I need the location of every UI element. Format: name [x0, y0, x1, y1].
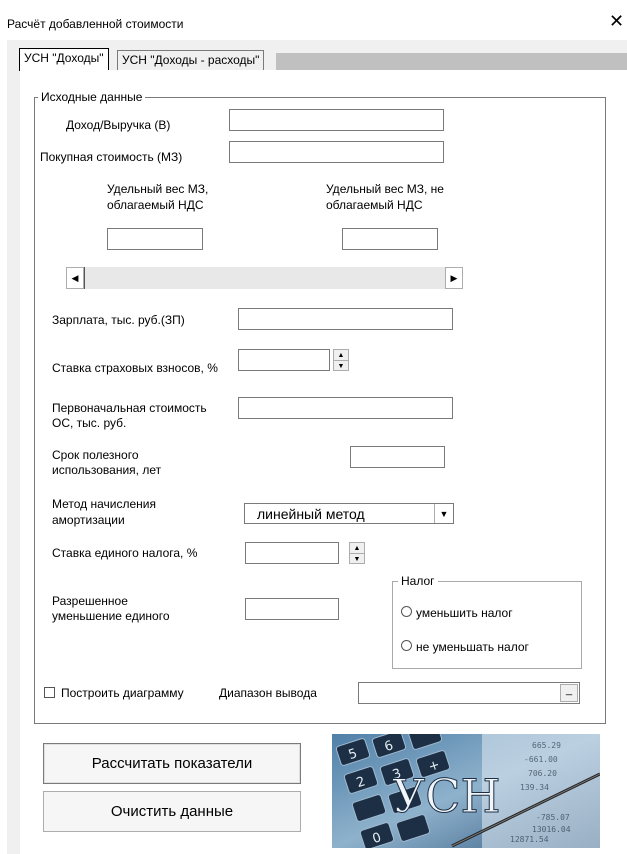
spin-up-icon[interactable]: ▲ — [350, 543, 364, 554]
tab-strip-filler — [276, 53, 627, 70]
tab-usn-income[interactable]: УСН "Доходы" — [19, 48, 109, 71]
scroll-left-icon[interactable]: ◀ — [66, 267, 84, 289]
radio-do-not-reduce-tax-label: не уменьшать налог — [416, 640, 529, 654]
radio-do-not-reduce-tax[interactable]: не уменьшать налог — [401, 640, 529, 654]
vat-share-label-line1: Удельный вес МЗ, — [107, 182, 209, 196]
salary-input[interactable] — [238, 308, 453, 330]
tax-rate-input[interactable] — [245, 542, 339, 564]
close-icon[interactable]: ✕ — [609, 12, 624, 30]
insurance-rate-spinner[interactable]: ▲ ▼ — [333, 349, 349, 371]
svg-text:12871.54: 12871.54 — [510, 835, 549, 844]
insurance-rate-input[interactable] — [238, 349, 330, 371]
svg-text:706.20: 706.20 — [528, 769, 557, 778]
checkbox-icon — [44, 687, 55, 698]
initial-cost-input[interactable] — [238, 397, 453, 419]
novat-share-label-line1: Удельный вес МЗ, не — [326, 182, 444, 196]
spin-down-icon[interactable]: ▼ — [350, 554, 364, 564]
tax-rate-spinner[interactable]: ▲ ▼ — [349, 542, 365, 564]
depreciation-method-value: линейный метод — [257, 506, 365, 522]
useful-life-label-line2: использования, лет — [52, 463, 162, 477]
radio-reduce-tax-label: уменьшить налог — [416, 606, 513, 620]
radio-icon — [401, 640, 412, 651]
purchase-cost-label: Покупная стоимость (МЗ) — [40, 150, 183, 164]
build-chart-label: Построить диаграмму — [61, 686, 184, 700]
share-scrollbar[interactable] — [66, 267, 463, 289]
useful-life-input[interactable] — [350, 446, 445, 468]
tab-usn-income-expenses[interactable]: УСН "Доходы - расходы" — [117, 50, 265, 70]
radio-reduce-tax[interactable]: уменьшить налог — [401, 606, 513, 620]
radio-icon — [401, 606, 412, 617]
useful-life-label-line1: Срок полезного — [52, 448, 139, 462]
clear-data-button[interactable]: Очистить данные — [43, 791, 301, 832]
allowed-reduction-input[interactable] — [245, 598, 339, 620]
build-chart-checkbox[interactable]: Построить диаграмму — [44, 686, 184, 700]
vat-share-input[interactable] — [107, 228, 203, 250]
svg-text:-661.00: -661.00 — [524, 755, 558, 764]
output-range-field[interactable]: _ — [358, 682, 580, 704]
output-range-label: Диапазон вывода — [219, 686, 317, 700]
initial-cost-label-line2: ОС, тыс. руб. — [52, 416, 127, 430]
tax-rate-label: Ставка единого налога, % — [52, 546, 198, 560]
calculate-button[interactable]: Рассчитать показатели — [43, 743, 301, 784]
usn-image-text: УСН — [392, 769, 501, 823]
novat-share-input[interactable] — [342, 228, 438, 250]
svg-text:139.34: 139.34 — [520, 783, 549, 792]
depreciation-method-label-line1: Метод начисления — [52, 497, 157, 511]
salary-label: Зарплата, тыс. руб.(ЗП) — [52, 313, 185, 327]
scroll-thumb[interactable] — [84, 267, 85, 289]
income-input[interactable] — [229, 109, 444, 131]
svg-text:13016.04: 13016.04 — [532, 825, 571, 834]
usn-calculator-image: 5 6 2 3 + 0 665.29 -661.00 706.20 139.34… — [332, 734, 600, 848]
input-data-legend: Исходные данные — [38, 90, 146, 104]
novat-share-label-line2: облагаемый НДС — [326, 198, 423, 212]
tax-option-legend: Налог — [398, 574, 438, 588]
svg-text:665.29: 665.29 — [532, 741, 561, 750]
chevron-down-icon[interactable]: ▼ — [434, 504, 453, 523]
spin-up-icon[interactable]: ▲ — [334, 350, 348, 361]
range-select-button[interactable]: _ — [560, 684, 578, 702]
vat-share-label-line2: облагаемый НДС — [107, 198, 204, 212]
initial-cost-label-line1: Первоначальная стоимость — [52, 401, 207, 415]
insurance-rate-label-text: Ставка страховых взносов, % — [52, 361, 218, 375]
spin-down-icon[interactable]: ▼ — [334, 361, 348, 371]
depreciation-method-select[interactable]: линейный метод ▼ — [244, 503, 454, 524]
scroll-right-icon[interactable]: ▶ — [445, 267, 463, 289]
income-label: Доход/Выручка (В) — [66, 118, 171, 132]
svg-text:-785.07: -785.07 — [536, 813, 570, 822]
allowed-reduction-label-line1: Разрешенное — [52, 594, 128, 608]
tax-option-group — [392, 581, 582, 669]
depreciation-method-label-line2: амортизации — [52, 513, 125, 527]
window-title: Расчёт добавленной стоимости — [7, 17, 184, 31]
allowed-reduction-label-line2: уменьшение единого — [52, 609, 170, 623]
purchase-cost-input[interactable] — [229, 141, 444, 163]
